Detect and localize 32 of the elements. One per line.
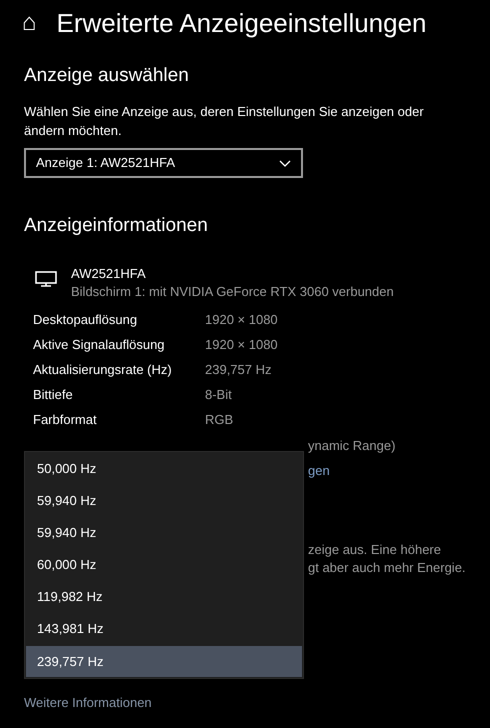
description-text: Wählen Sie eine Anzeige aus, deren Einstellungen Sie anzeigen oder ändern möchten. — [24, 103, 425, 140]
info-value: ynamic Range) — [308, 437, 396, 455]
info-value: 1920 × 1080 — [205, 311, 278, 329]
description-text: zeige aus. Eine höhere — [308, 541, 442, 559]
monitor-subtitle: Bildschirm 1: mit NVIDIA GeForce RTX 3060 verbunden — [71, 283, 394, 301]
menu-item[interactable]: 59,940 Hz — [25, 517, 303, 549]
menu-item[interactable]: 50,000 Hz — [25, 453, 303, 485]
section-heading: Anzeige auswählen — [24, 66, 190, 85]
info-value: 8-Bit — [205, 386, 232, 404]
info-label: Aktualisierungsrate (Hz) — [33, 361, 173, 379]
menu-item[interactable]: 239,757 Hz — [26, 646, 302, 677]
more-info-link[interactable]: Weitere Informationen — [24, 693, 152, 712]
page-title: Erweiterte Anzeigeeinstellungen — [56, 10, 427, 36]
info-value: 1920 × 1080 — [205, 336, 278, 354]
info-label: Desktopauflösung — [33, 311, 138, 329]
description-text: gt aber auch mehr Energie. — [308, 559, 466, 577]
info-label: Aktive Signalauflösung — [33, 336, 166, 354]
info-value: 239,757 Hz — [205, 361, 272, 379]
chevron-down-icon — [279, 160, 291, 166]
menu-item[interactable]: 119,982 Hz — [25, 581, 303, 613]
menu-item[interactable]: 143,981 Hz — [25, 613, 303, 645]
info-value: RGB — [205, 411, 234, 429]
menu-item[interactable]: 60,000 Hz — [25, 549, 303, 581]
settings-link[interactable]: gen — [308, 458, 466, 483]
monitor-icon — [35, 271, 57, 287]
monitor-name: AW2521HFA — [71, 265, 147, 283]
info-label: Bittiefe — [33, 386, 74, 404]
section-heading: Anzeigeinformationen — [24, 216, 209, 235]
info-label: Farbformat — [33, 411, 98, 429]
menu-item[interactable]: 59,940 Hz — [25, 485, 303, 517]
display-dropdown[interactable]: Anzeige 1: AW2521HFA — [24, 148, 303, 178]
home-icon[interactable]: ⌂ — [22, 11, 36, 35]
